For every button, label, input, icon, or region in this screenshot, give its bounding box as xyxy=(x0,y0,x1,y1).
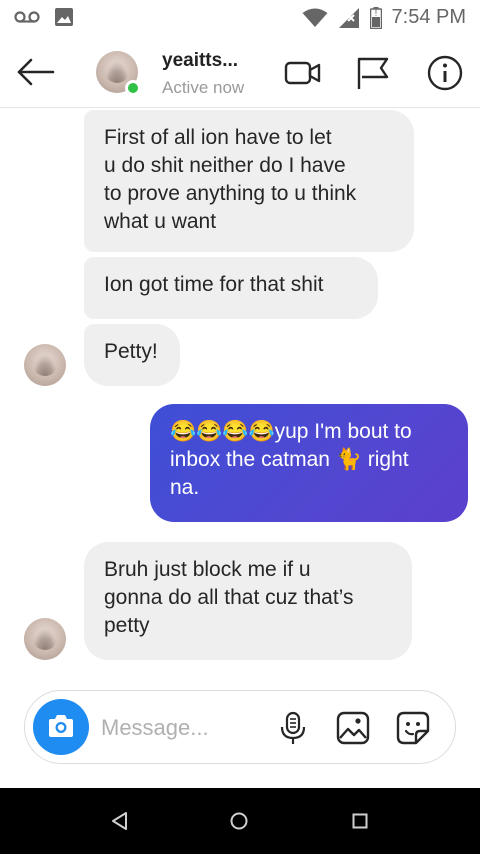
header-avatar[interactable] xyxy=(96,51,141,96)
sticker-icon[interactable] xyxy=(395,710,431,746)
message-line: Ion got time for that shit xyxy=(104,273,324,296)
flag-icon[interactable] xyxy=(354,54,392,92)
message-bubble-incoming[interactable]: Bruh just block me if u gonna do all tha… xyxy=(84,542,412,660)
message-line: Petty! xyxy=(104,340,158,363)
sender-avatar[interactable] xyxy=(24,344,66,386)
message-line: First of all ion have to let xyxy=(104,126,332,149)
status-bar: ! 7:54 PM xyxy=(0,0,480,36)
message-line: petty xyxy=(104,614,150,637)
wifi-icon xyxy=(302,8,328,27)
message-composer xyxy=(24,690,456,764)
contact-status: Active now xyxy=(162,78,245,97)
contact-name[interactable]: yeaitts... xyxy=(162,50,238,72)
online-indicator xyxy=(125,80,141,96)
microphone-icon[interactable] xyxy=(275,710,311,746)
chat-header: yeaitts... Active now xyxy=(0,36,480,108)
info-icon[interactable] xyxy=(426,54,464,92)
back-triangle-icon[interactable] xyxy=(108,809,132,833)
recents-square-icon[interactable] xyxy=(348,809,372,833)
message-thread[interactable]: First of all ion have to let u do shit n… xyxy=(0,108,480,678)
message-bubble-incoming[interactable]: Petty! xyxy=(84,324,180,386)
message-line: Bruh just block me if u xyxy=(104,558,311,581)
system-nav-bar xyxy=(0,788,480,854)
battery-icon: ! xyxy=(369,6,382,29)
video-call-icon[interactable] xyxy=(284,54,322,92)
back-arrow-icon[interactable] xyxy=(16,56,56,88)
svg-text:!: ! xyxy=(374,9,377,18)
camera-icon xyxy=(49,715,73,737)
home-circle-icon[interactable] xyxy=(227,809,251,833)
voicemail-icon xyxy=(14,11,40,23)
camera-button[interactable] xyxy=(33,699,89,755)
image-icon xyxy=(55,8,73,26)
message-line: to prove anything to u think xyxy=(104,182,357,205)
message-bubble-incoming[interactable]: Ion got time for that shit xyxy=(84,257,378,319)
message-line: what u want xyxy=(104,210,217,233)
signal-icon xyxy=(338,7,359,28)
message-bubble-outgoing[interactable]: 😂😂😂😂yup I'm bout to inbox the catman 🐈 r… xyxy=(150,404,468,522)
status-time: 7:54 PM xyxy=(391,6,466,28)
message-bubble-incoming[interactable]: First of all ion have to let u do shit n… xyxy=(84,110,414,252)
message-line: 😂😂😂😂yup I'm bout to xyxy=(170,420,412,443)
message-line: gonna do all that cuz that’s xyxy=(104,586,354,609)
message-line: na. xyxy=(170,476,200,499)
message-input[interactable] xyxy=(101,711,271,745)
gallery-icon[interactable] xyxy=(335,710,371,746)
message-line: inbox the catman 🐈 right xyxy=(170,448,409,471)
sender-avatar[interactable] xyxy=(24,618,66,660)
message-line: u do shit neither do I have xyxy=(104,154,346,177)
